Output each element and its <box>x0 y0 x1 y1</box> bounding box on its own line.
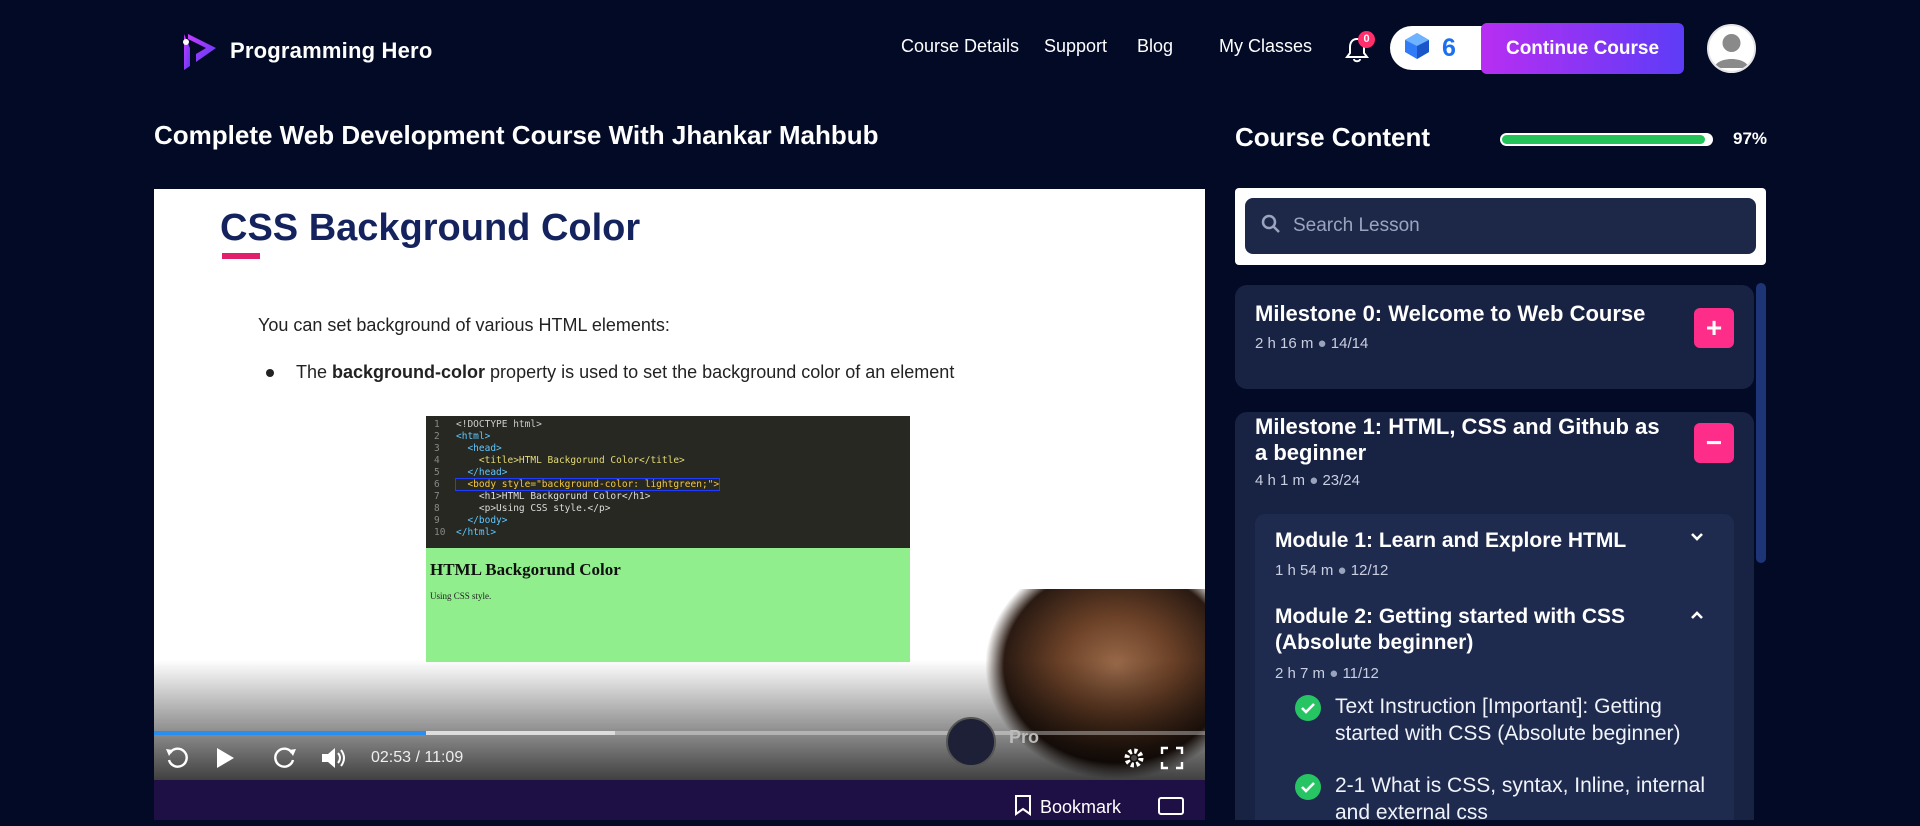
milestone-card[interactable]: Milestone 0: Welcome to Web Course 2 h 1… <box>1235 285 1754 389</box>
video-seek-bar[interactable] <box>154 731 1205 735</box>
theater-mode-icon[interactable] <box>1158 796 1184 821</box>
lesson-title: 2-1 What is CSS, syntax, Inline, interna… <box>1335 774 1705 824</box>
bookmark-button[interactable]: Bookmark <box>1014 794 1121 821</box>
browser-result-preview: HTML Backgorund Color Using CSS style. <box>426 548 910 662</box>
video-action-bar: Bookmark <box>154 780 1205 820</box>
slide-title-underline <box>222 253 260 259</box>
brand-logo[interactable]: Programming Hero <box>176 28 432 74</box>
code-line: 4 <title>HTML Backgorund Color</title> <box>434 455 685 466</box>
nav-blog[interactable]: Blog <box>1137 36 1173 57</box>
video-time: 02:53 / 11:09 <box>371 749 464 766</box>
code-line: 3 <head> <box>434 443 502 454</box>
brand-name: Programming Hero <box>230 38 433 63</box>
code-line: 7 <h1>HTML Backgorund Color</h1> <box>434 491 651 502</box>
video-player[interactable]: CSS Background Color You can set backgro… <box>154 189 1205 780</box>
module-title[interactable]: Module 2: Getting started with CSS (Abso… <box>1275 604 1675 656</box>
video-played <box>154 731 426 735</box>
volume-icon[interactable] <box>320 745 348 771</box>
gem-icon <box>1404 32 1430 65</box>
search-icon <box>1261 214 1281 239</box>
notification-count-badge: 0 <box>1358 31 1375 48</box>
nav-support[interactable]: Support <box>1044 36 1107 57</box>
course-progress-percent: 97% <box>1733 129 1768 148</box>
course-progress-fill <box>1502 135 1705 144</box>
slide-title: CSS Background Color <box>220 207 641 249</box>
chevron-down-icon[interactable] <box>1688 528 1706 546</box>
sidebar-scrollbar-thumb[interactable] <box>1756 283 1766 563</box>
code-line: 10 </html> <box>434 527 497 538</box>
watermark-text: Pro <box>1009 727 1040 747</box>
bookmark-label: Bookmark <box>1040 797 1122 817</box>
top-navbar: Programming Hero Course Details Support … <box>0 0 1920 98</box>
fullscreen-icon[interactable] <box>1160 745 1184 771</box>
sidebar-scrollbar[interactable] <box>1756 283 1766 820</box>
check-circle-icon <box>1295 695 1321 721</box>
result-heading: HTML Backgorund Color <box>430 560 621 579</box>
code-screenshot: 1 <!DOCTYPE html> 2 <html> 3 <head> 4 <tit… <box>426 416 910 548</box>
bookmark-icon <box>1014 794 1032 821</box>
video-controls-gradient <box>154 660 1205 780</box>
check-circle-icon <box>1295 774 1321 800</box>
code-line: 9 </body> <box>434 515 508 526</box>
play-icon[interactable] <box>214 745 236 771</box>
lesson-search-box <box>1245 198 1756 254</box>
milestone-meta: 4 h 1 m ● 23/24 <box>1255 472 1360 489</box>
code-line: 6 <body style="background-color: lightgr… <box>434 478 721 491</box>
milestone-title: Milestone 1: HTML, CSS and Github as a b… <box>1255 414 1660 465</box>
nav-course-details[interactable]: Course Details <box>901 36 1019 57</box>
programming-hero-logo-icon <box>176 28 222 74</box>
module-list: Module 1: Learn and Explore HTML 1 h 54 … <box>1255 514 1734 824</box>
result-text: Using CSS style. <box>430 591 492 601</box>
course-title: Complete Web Development Course With Jha… <box>154 120 879 150</box>
slide-bullet-bold: background-color <box>332 362 486 382</box>
code-line: 8 <p>Using CSS style.</p> <box>434 503 611 514</box>
course-content-heading: Course Content <box>1235 122 1430 152</box>
watermark-logo-icon <box>946 717 996 767</box>
milestone-title: Milestone 0: Welcome to Web Course <box>1255 301 1646 326</box>
lesson-search-container <box>1235 188 1766 265</box>
code-line: 1 <!DOCTYPE html> <box>434 419 542 430</box>
module-meta: 2 h 7 m ● 11/12 <box>1275 665 1379 682</box>
gems-count: 6 <box>1442 33 1456 62</box>
lesson-item[interactable]: 2-1 What is CSS, syntax, Inline, interna… <box>1295 772 1715 826</box>
lesson-title: Text Instruction [Important]: Getting st… <box>1335 695 1681 745</box>
slide-text: You can set background of various HTML e… <box>258 315 670 335</box>
collapse-minus-button[interactable]: − <box>1694 423 1734 463</box>
settings-gear-icon[interactable] <box>1122 745 1146 771</box>
module-meta: 1 h 54 m ● 12/12 <box>1275 562 1389 579</box>
rewind-icon[interactable] <box>164 745 190 771</box>
user-avatar[interactable] <box>1707 24 1756 73</box>
expand-plus-button[interactable]: + <box>1694 308 1734 348</box>
chevron-up-icon[interactable] <box>1688 606 1706 624</box>
module-title[interactable]: Module 1: Learn and Explore HTML <box>1275 528 1626 554</box>
continue-course-button[interactable]: Continue Course <box>1481 23 1684 74</box>
code-line: 2 <html> <box>434 431 491 442</box>
search-input[interactable] <box>1293 215 1733 237</box>
forward-icon[interactable] <box>272 745 298 771</box>
nav-my-classes[interactable]: My Classes <box>1219 36 1312 57</box>
slide-bullet: The background-color property is used to… <box>266 362 954 383</box>
milestone-meta: 2 h 16 m ● 14/14 <box>1255 335 1369 352</box>
slide-bullet-post: property is used to set the background c… <box>485 362 955 382</box>
code-line: 5 </head> <box>434 467 508 478</box>
lesson-item[interactable]: Text Instruction [Important]: Getting st… <box>1295 693 1715 747</box>
course-progress-bar <box>1500 133 1713 146</box>
slide-bullet-pre: The <box>296 362 333 382</box>
bullet-dot <box>266 369 274 378</box>
